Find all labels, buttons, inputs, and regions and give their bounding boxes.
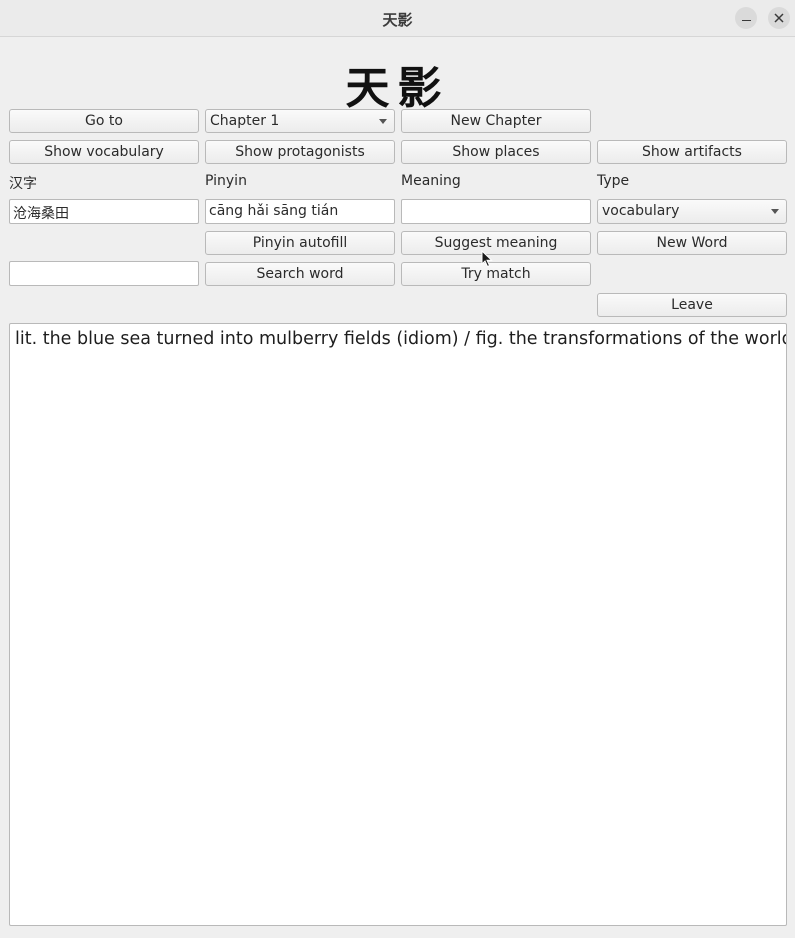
hanzi-label: 汉字 xyxy=(9,176,37,192)
show-vocabulary-button[interactable]: Show vocabulary xyxy=(9,140,199,164)
search-word-button[interactable]: Search word xyxy=(205,262,395,286)
window-title: 天影 xyxy=(382,11,413,29)
meaning-label: Meaning xyxy=(401,173,461,189)
chevron-down-icon xyxy=(379,119,387,124)
suggest-meaning-button[interactable]: Suggest meaning xyxy=(401,231,591,255)
close-button[interactable] xyxy=(768,7,790,29)
show-places-button[interactable]: Show places xyxy=(401,140,591,164)
new-chapter-button[interactable]: New Chapter xyxy=(401,109,591,133)
minimize-icon xyxy=(741,19,751,22)
meaning-output-text: lit. the blue sea turned into mulberry f… xyxy=(15,329,787,349)
type-select[interactable]: vocabulary xyxy=(597,199,787,224)
goto-button[interactable]: Go to xyxy=(9,109,199,133)
try-match-button[interactable]: Try match xyxy=(401,262,591,286)
chapter-select[interactable]: Chapter 1 xyxy=(205,109,395,133)
meaning-output-area[interactable]: lit. the blue sea turned into mulberry f… xyxy=(9,323,787,926)
search-field[interactable] xyxy=(9,261,199,286)
type-select-value: vocabulary xyxy=(602,203,680,219)
new-word-button[interactable]: New Word xyxy=(597,231,787,255)
chapter-select-value: Chapter 1 xyxy=(210,113,280,129)
mouse-pointer-icon xyxy=(481,250,493,268)
leave-button[interactable]: Leave xyxy=(597,293,787,317)
window-titlebar: 天影 xyxy=(0,0,795,37)
pinyin-label: Pinyin xyxy=(205,173,247,189)
type-label: Type xyxy=(597,173,630,189)
close-icon xyxy=(774,13,784,23)
show-artifacts-button[interactable]: Show artifacts xyxy=(597,140,787,164)
show-protagonists-button[interactable]: Show protagonists xyxy=(205,140,395,164)
hanzi-field[interactable]: 沧海桑田 xyxy=(9,199,199,224)
pinyin-autofill-button[interactable]: Pinyin autofill xyxy=(205,231,395,255)
minimize-button[interactable] xyxy=(735,7,757,29)
app-logo: 天影 xyxy=(345,63,450,114)
meaning-field[interactable] xyxy=(401,199,591,224)
chevron-down-icon xyxy=(771,209,779,214)
pinyin-field[interactable]: cāng hǎi sāng tián xyxy=(205,199,395,224)
